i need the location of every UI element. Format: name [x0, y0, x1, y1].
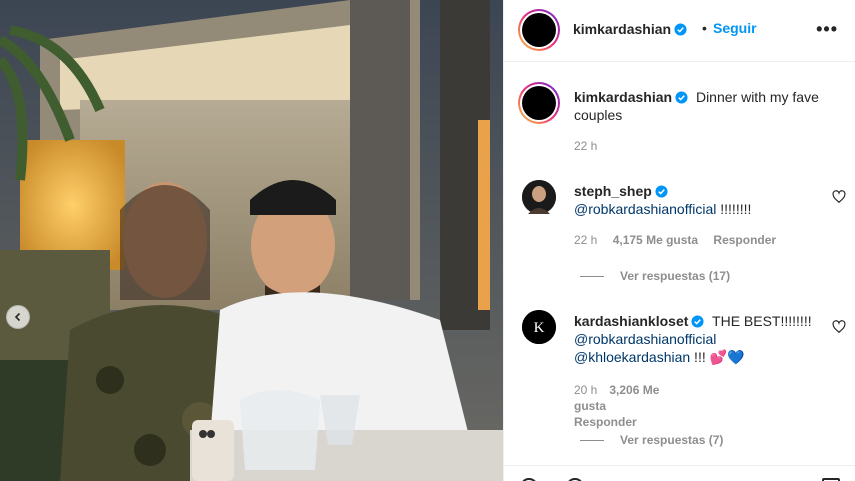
verified-icon: [655, 185, 668, 198]
replies-divider: [580, 275, 604, 277]
caption-username[interactable]: kimkardashian: [574, 89, 688, 105]
comment-meta: 22 h 4,175 Me gusta Responder: [574, 233, 788, 247]
comment-time[interactable]: 20 h: [574, 383, 597, 397]
comment-body-end: !!! 💕💙: [690, 349, 745, 365]
verified-icon: [675, 91, 688, 104]
post-header: kimkardashian • Seguir •••: [504, 0, 855, 62]
mention-link[interactable]: @robkardashianofficial: [574, 331, 716, 347]
previous-photo-button[interactable]: [6, 305, 30, 329]
view-replies-label[interactable]: Ver respuestas (17): [620, 269, 730, 283]
caption-text: kimkardashian Dinner with my fave couple…: [574, 88, 824, 124]
view-replies-button[interactable]: Ver respuestas (17): [580, 269, 730, 283]
follow-button[interactable]: Seguir: [713, 20, 757, 36]
comment-body: THE BEST!!!!!!!!: [712, 313, 812, 329]
view-replies-button[interactable]: Ver respuestas (7): [580, 433, 723, 447]
view-replies-label[interactable]: Ver respuestas (7): [620, 433, 723, 447]
author-username-text[interactable]: kimkardashian: [573, 21, 671, 37]
author-username[interactable]: kimkardashian: [573, 21, 687, 37]
post-image: [0, 0, 503, 481]
verified-icon: [691, 315, 704, 328]
commenter-username[interactable]: steph_shep: [574, 183, 668, 199]
commenter-username[interactable]: kardashiankloset: [574, 313, 704, 329]
more-options-icon[interactable]: •••: [816, 19, 838, 40]
mention-link[interactable]: @robkardashianofficial: [574, 201, 716, 217]
post-action-bar: [504, 465, 855, 481]
replies-divider: [580, 439, 604, 441]
commenter-avatar[interactable]: [522, 180, 556, 214]
caption-time[interactable]: 22 h: [574, 139, 597, 153]
comment-text: kardashiankloset THE BEST!!!!!!!! @robka…: [574, 312, 826, 366]
comment-body: !!!!!!!!: [716, 201, 752, 217]
reply-button[interactable]: Responder: [574, 415, 637, 429]
comment-text: steph_shep @robkardashianofficial !!!!!!…: [574, 182, 824, 218]
author-avatar[interactable]: [518, 9, 560, 51]
chevron-left-icon: [14, 312, 21, 322]
commenter-avatar[interactable]: K: [522, 310, 556, 344]
like-heart-icon[interactable]: [832, 190, 846, 204]
caption-meta: 22 h: [574, 139, 609, 153]
post-details-panel: kimkardashian • Seguir ••• kimkardashian…: [503, 0, 855, 481]
svg-text:K: K: [534, 320, 545, 336]
post-photo[interactable]: [0, 0, 503, 481]
verified-icon: [674, 23, 687, 36]
comment-likes[interactable]: 4,175 Me gusta: [613, 233, 698, 247]
comment-meta: 20 h 3,206 Me gusta Responder: [574, 382, 694, 430]
reply-button[interactable]: Responder: [713, 233, 776, 247]
mention-link[interactable]: @khloekardashian: [574, 349, 690, 365]
like-heart-icon[interactable]: [832, 320, 846, 334]
caption-author-avatar[interactable]: [518, 82, 560, 124]
comment-time[interactable]: 22 h: [574, 233, 597, 247]
separator-dot: •: [702, 20, 707, 36]
